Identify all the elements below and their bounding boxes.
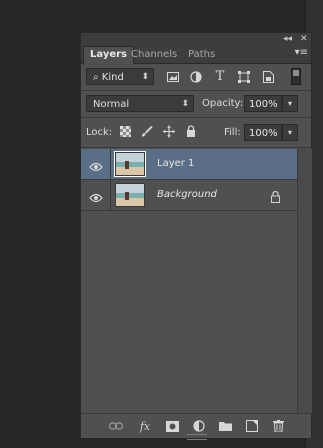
tab-paths[interactable]: Paths — [182, 47, 221, 63]
pixel-filter-icon[interactable] — [166, 70, 180, 83]
eye-visibility-icon[interactable] — [89, 189, 103, 203]
link-layers-icon[interactable] — [109, 419, 123, 433]
lock-row: Lock: Fill: 100% ▾ — [81, 118, 311, 148]
fill-dropdown-button[interactable]: ▾ — [282, 124, 298, 141]
shape-filter-icon[interactable] — [237, 70, 251, 83]
tab-channels[interactable]: Channels — [125, 47, 183, 63]
eye-visibility-icon[interactable] — [89, 158, 103, 172]
lock-label: Lock: — [86, 127, 113, 138]
collapse-panel-icon[interactable]: ◂◂ — [283, 33, 292, 45]
fill-input[interactable]: 100% — [244, 124, 282, 141]
new-layer-icon[interactable] — [245, 419, 259, 433]
layers-scrollbar[interactable] — [297, 149, 312, 413]
layer-name[interactable]: Layer 1 — [157, 149, 194, 179]
dropdown-arrows-icon: ⬍ — [181, 99, 189, 109]
fill-label: Fill: — [224, 127, 241, 138]
opacity-label: Opacity: — [202, 98, 244, 109]
layers-panel: ◂◂ ✕ Layers Channels Paths ▾≡ ⌕ Kind ⬍ T… — [80, 32, 312, 440]
kind-filter-dropdown[interactable]: ⌕ Kind ⬍ — [86, 68, 154, 85]
adjustment-layer-icon[interactable] — [192, 419, 206, 433]
blend-mode-dropdown[interactable]: Normal ⬍ — [86, 95, 194, 112]
close-panel-icon[interactable]: ✕ — [300, 33, 308, 45]
opacity-input[interactable]: 100% — [244, 95, 282, 112]
panel-resize-grip[interactable] — [187, 434, 207, 440]
lock-image-pixels-brush-icon[interactable] — [141, 125, 153, 137]
type-filter-icon[interactable]: T — [213, 69, 227, 84]
background-lock-icon — [270, 188, 281, 203]
dropdown-arrows-icon: ⬍ — [141, 72, 149, 82]
fx-icon[interactable]: fx — [138, 419, 152, 433]
layer-row-background[interactable]: Background — [81, 180, 297, 211]
layer-row-layer-1[interactable]: Layer 1 — [81, 149, 297, 180]
smart-object-filter-icon[interactable] — [261, 70, 275, 83]
add-mask-icon[interactable] — [165, 419, 179, 433]
adjustment-filter-icon[interactable] — [189, 70, 203, 83]
panel-tabbar: Layers Channels Paths ▾≡ — [81, 45, 311, 65]
filter-row: ⌕ Kind ⬍ T — [81, 64, 311, 91]
lock-all-icon[interactable] — [185, 125, 197, 137]
kind-filter-label: Kind — [101, 72, 124, 83]
blend-mode-value: Normal — [93, 99, 130, 110]
panel-footer: fx — [81, 413, 311, 440]
search-icon: ⌕ — [93, 72, 102, 83]
lock-position-move-icon[interactable] — [163, 125, 175, 137]
panel-menu-icon[interactable]: ▾≡ — [295, 47, 308, 58]
opacity-dropdown-button[interactable]: ▾ — [282, 95, 298, 112]
filter-toggle-switch[interactable] — [291, 68, 301, 85]
layer-name[interactable]: Background — [157, 180, 217, 210]
new-group-icon[interactable] — [218, 419, 232, 433]
layer-divider — [110, 180, 111, 210]
delete-layer-icon[interactable] — [271, 419, 285, 433]
blend-row: Normal ⬍ Opacity: 100% ▾ — [81, 91, 311, 118]
layer-divider — [110, 149, 111, 179]
layers-list: Layer 1 Background — [81, 149, 297, 413]
layer-thumbnail[interactable] — [115, 183, 145, 207]
panel-titlebar: ◂◂ ✕ — [81, 33, 311, 45]
lock-transparent-pixels-icon[interactable] — [119, 125, 131, 137]
layer-thumbnail[interactable] — [114, 151, 146, 177]
